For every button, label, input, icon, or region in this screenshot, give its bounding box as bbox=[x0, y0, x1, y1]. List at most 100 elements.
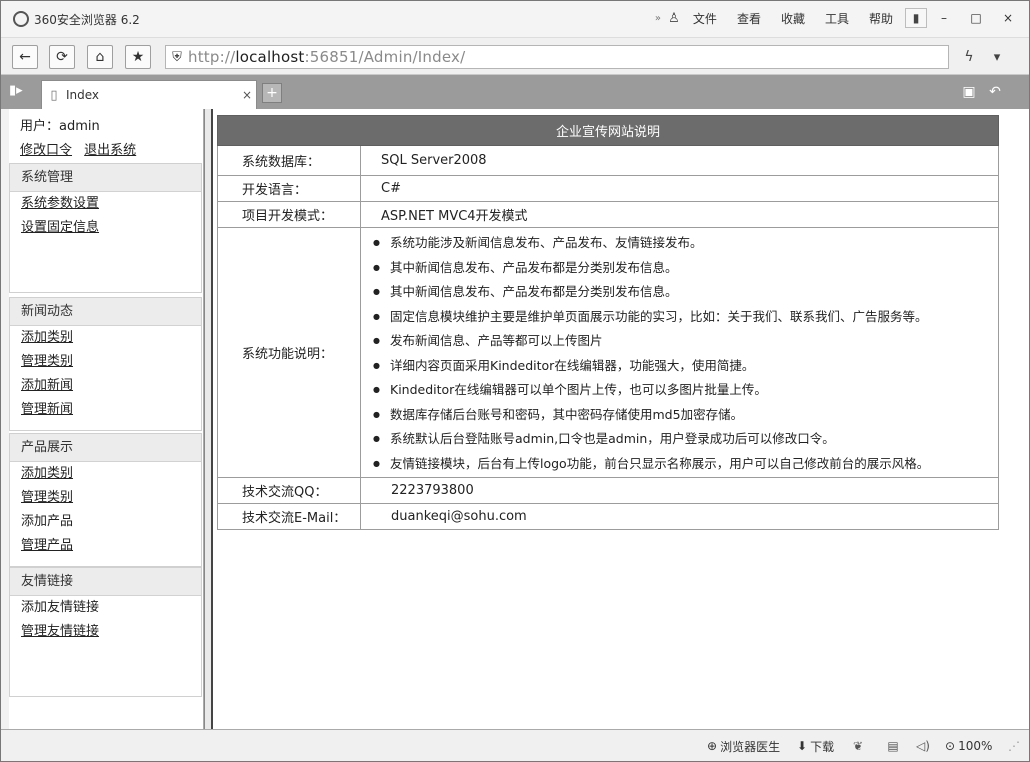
menu-tools[interactable]: 工具 bbox=[815, 7, 859, 29]
section-title[interactable]: 新闻动态 bbox=[10, 298, 201, 326]
speaker-icon[interactable]: ◁) bbox=[914, 737, 932, 755]
tab-close-icon[interactable]: × bbox=[238, 88, 256, 102]
list-item: 数据库存储后台账号和密码，其中密码存储使用md5加密存储。 bbox=[373, 403, 998, 428]
menu-item-manage-product[interactable]: 管理产品 bbox=[10, 534, 201, 558]
main-content: 企业宣传网站说明 系统数据库： SQL Server2008 开发语言： C# … bbox=[213, 109, 1029, 729]
current-user: 用户：admin bbox=[20, 119, 100, 134]
table-row: 系统数据库： SQL Server2008 bbox=[217, 145, 999, 176]
menu-section-news: 新闻动态 添加类别 管理类别 添加新闻 管理新闻 bbox=[9, 297, 202, 431]
url-input[interactable]: ⛨ http://localhost:56851/Admin/Index/ bbox=[165, 45, 949, 69]
undo-close-icon[interactable]: ↶ bbox=[984, 82, 1006, 102]
browser-window: 360安全浏览器 6.2 » ♙ 文件 查看 收藏 工具 帮助 ▮ – □ × … bbox=[0, 0, 1030, 762]
site-info-table: 企业宣传网站说明 系统数据库： SQL Server2008 开发语言： C# … bbox=[217, 115, 999, 530]
menu-section-system: 系统管理 系统参数设置 设置固定信息 bbox=[9, 163, 202, 293]
table-row: 系统功能说明： 系统功能涉及新闻信息发布、产品发布、友情链接发布。 其中新闻信息… bbox=[217, 227, 999, 478]
zoom-control[interactable]: ⊙ 100% bbox=[945, 737, 992, 755]
list-item: 固定信息模块维护主要是维护单页面展示功能的实习，比如：关于我们、联系我们、广告服… bbox=[373, 305, 998, 330]
row-value: SQL Server2008 bbox=[360, 145, 999, 176]
home-button[interactable]: ⌂ bbox=[87, 45, 113, 69]
menu-item-fixed-info[interactable]: 设置固定信息 bbox=[10, 216, 201, 240]
tab-bar: ▮▸ ▯ Index × + ▣ ↶ bbox=[1, 75, 1029, 109]
minimize-button[interactable]: – bbox=[929, 7, 959, 29]
menu-item-add-link[interactable]: 添加友情链接 bbox=[10, 596, 201, 620]
row-value: C# bbox=[360, 175, 999, 202]
menu-view[interactable]: 查看 bbox=[727, 7, 771, 29]
zoom-level: 100% bbox=[958, 739, 993, 753]
account-links: 修改口令 退出系统 bbox=[20, 139, 144, 158]
row-label: 项目开发模式： bbox=[217, 201, 361, 228]
menu-item-add-product-category[interactable]: 添加类别 bbox=[10, 462, 201, 486]
favorite-button[interactable]: ★ bbox=[125, 45, 151, 69]
row-label: 系统数据库： bbox=[217, 145, 361, 176]
section-title[interactable]: 产品展示 bbox=[10, 434, 201, 462]
menu-item-add-news[interactable]: 添加新闻 bbox=[10, 374, 201, 398]
list-item: 系统功能涉及新闻信息发布、产品发布、友情链接发布。 bbox=[373, 231, 998, 256]
menu-section-products: 产品展示 添加类别 管理类别 添加产品 管理产品 bbox=[9, 433, 202, 567]
sidebar-toggle-icon[interactable]: ▮▸ bbox=[9, 83, 31, 101]
menu-item-system-settings[interactable]: 系统参数设置 bbox=[10, 192, 201, 216]
download-label: 下载 bbox=[810, 739, 835, 754]
new-tab-button[interactable]: + bbox=[262, 83, 282, 103]
section-title[interactable]: 友情链接 bbox=[10, 568, 201, 596]
logout-link[interactable]: 退出系统 bbox=[84, 143, 136, 158]
list-item: 发布新闻信息、产品等都可以上传图片 bbox=[373, 329, 998, 354]
list-item: Kindeditor在线编辑器可以单个图片上传，也可以多图片批量上传。 bbox=[373, 378, 998, 403]
maximize-button[interactable]: □ bbox=[961, 7, 991, 29]
menu-section-links: 友情链接 添加友情链接 管理友情链接 bbox=[9, 567, 202, 697]
url-text[interactable]: http://localhost:56851/Admin/Index/ bbox=[188, 48, 465, 66]
row-value: 2223793800 bbox=[360, 477, 999, 504]
browser-logo-icon bbox=[13, 11, 29, 27]
section-title[interactable]: 系统管理 bbox=[10, 164, 201, 192]
menu-help[interactable]: 帮助 bbox=[859, 7, 903, 29]
menu-file[interactable]: 文件 bbox=[683, 7, 727, 29]
restore-tab-icon[interactable]: ▣ bbox=[958, 82, 980, 102]
status-bar: ⊕ 浏览器医生 ⬇ 下载 ❦ ▤ ◁) ⊙ 100% ⋰ bbox=[1, 729, 1029, 761]
change-password-link[interactable]: 修改口令 bbox=[20, 143, 72, 158]
close-button[interactable]: × bbox=[993, 7, 1023, 29]
browser-doctor-button[interactable]: ⊕ 浏览器医生 bbox=[707, 737, 780, 755]
row-label: 技术交流E-Mail： bbox=[217, 503, 361, 530]
doctor-icon: ⊕ bbox=[707, 739, 718, 753]
window-icon[interactable]: ▤ bbox=[884, 737, 902, 755]
address-dropdown-icon[interactable]: ▾ bbox=[984, 47, 1010, 67]
pin-icon[interactable]: » bbox=[651, 7, 665, 29]
list-item: 友情链接模块，后台有上传logo功能，前台只显示名称展示，用户可以自己修改前台的… bbox=[373, 452, 998, 477]
feature-cell: 系统功能涉及新闻信息发布、产品发布、友情链接发布。 其中新闻信息发布、产品发布都… bbox=[360, 227, 999, 478]
table-row: 项目开发模式： ASP.NET MVC4开发模式 bbox=[217, 201, 999, 228]
menu-item-manage-product-category[interactable]: 管理类别 bbox=[10, 486, 201, 510]
zoom-icon: ⊙ bbox=[945, 739, 956, 753]
table-row: 技术交流E-Mail： duankeqi@sohu.com bbox=[217, 503, 999, 530]
refresh-button[interactable]: ⟳ bbox=[49, 45, 75, 69]
download-icon: ⬇ bbox=[797, 739, 808, 753]
menu-favorites[interactable]: 收藏 bbox=[771, 7, 815, 29]
tab-index[interactable]: ▯ Index × bbox=[41, 80, 257, 109]
menu-item-add-news-category[interactable]: 添加类别 bbox=[10, 326, 201, 350]
list-item: 详细内容页面采用Kindeditor在线编辑器，功能强大，使用简捷。 bbox=[373, 354, 998, 379]
menu-item-manage-news[interactable]: 管理新闻 bbox=[10, 398, 201, 422]
user-icon[interactable]: ♙ bbox=[665, 7, 683, 29]
app-title: 360安全浏览器 6.2 bbox=[34, 12, 140, 27]
row-label: 系统功能说明： bbox=[217, 227, 361, 478]
row-value: duankeqi@sohu.com bbox=[360, 503, 999, 530]
speed-mode-icon[interactable]: ϟ bbox=[958, 47, 980, 67]
row-label: 开发语言： bbox=[217, 175, 361, 202]
back-button[interactable]: ← bbox=[12, 45, 38, 69]
title-bar-controls: » ♙ 文件 查看 收藏 工具 帮助 ▮ – □ × bbox=[651, 6, 1023, 30]
download-button[interactable]: ⬇ 下载 bbox=[797, 737, 834, 755]
frame-splitter[interactable] bbox=[204, 109, 213, 729]
menu-item-manage-news-category[interactable]: 管理类别 bbox=[10, 350, 201, 374]
menu-item-add-product[interactable]: 添加产品 bbox=[10, 510, 201, 534]
feature-list: 系统功能涉及新闻信息发布、产品发布、友情链接发布。 其中新闻信息发布、产品发布都… bbox=[361, 228, 998, 477]
page-icon: ▯ bbox=[50, 87, 58, 103]
skin-icon[interactable]: ▮ bbox=[905, 8, 927, 28]
resize-grip-icon[interactable]: ⋰ bbox=[1005, 737, 1023, 755]
tab-label: Index bbox=[66, 88, 100, 102]
leaf-icon[interactable]: ❦ bbox=[849, 737, 867, 755]
table-title: 企业宣传网站说明 bbox=[217, 115, 999, 146]
list-item: 其中新闻信息发布、产品发布都是分类别发布信息。 bbox=[373, 256, 998, 281]
menu-item-manage-links[interactable]: 管理友情链接 bbox=[10, 620, 201, 644]
security-shield-icon[interactable]: ⛨ bbox=[166, 50, 188, 65]
row-value: ASP.NET MVC4开发模式 bbox=[360, 201, 999, 228]
table-row: 开发语言： C# bbox=[217, 175, 999, 202]
address-bar: ← ⟳ ⌂ ★ ⛨ http://localhost:56851/Admin/I… bbox=[1, 37, 1029, 75]
